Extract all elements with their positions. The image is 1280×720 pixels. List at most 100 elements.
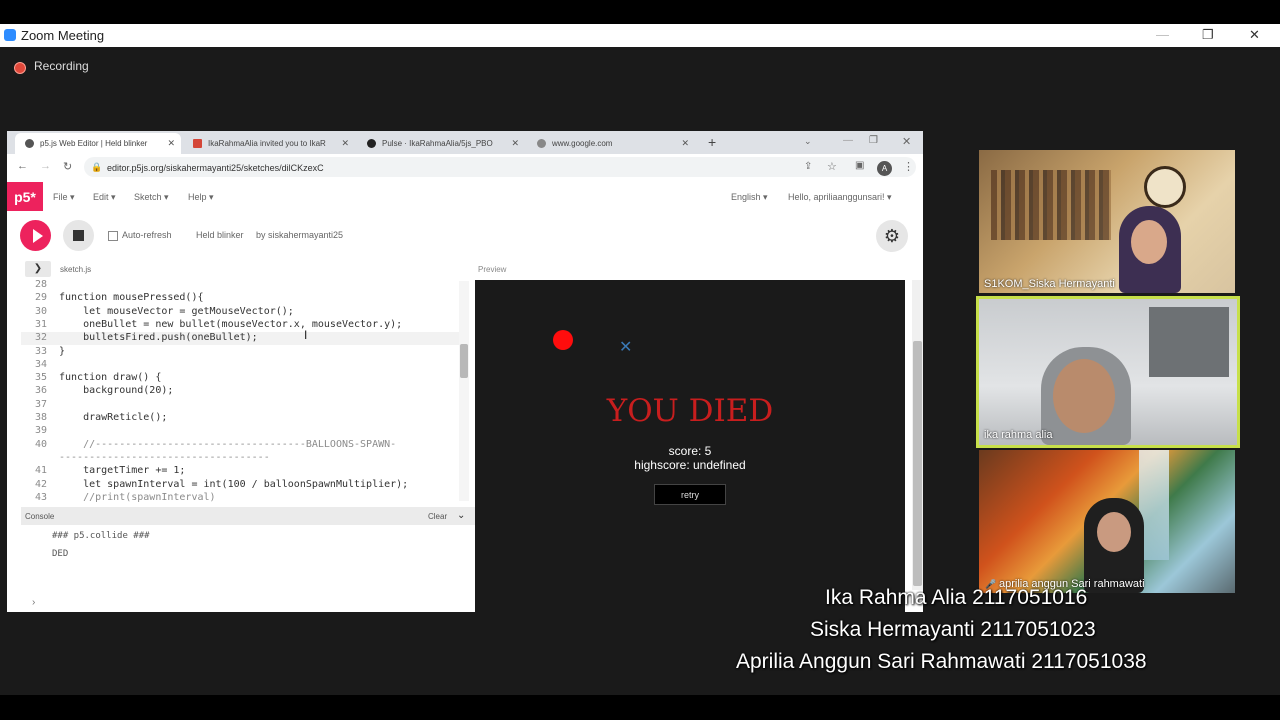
forward-icon[interactable]: →: [40, 160, 51, 172]
participant-name: ika rahma alia: [984, 429, 1053, 441]
tab-close-icon[interactable]: ✕: [511, 138, 519, 149]
score-text: score: 5: [668, 444, 712, 458]
line-number: 31: [34, 318, 47, 330]
menu-help[interactable]: Help ▾: [188, 192, 214, 203]
tab-label: IkaRahmaAlia invited you to IkaR: [208, 139, 326, 148]
preview-label: Preview: [478, 265, 507, 274]
tab-close-icon[interactable]: ✕: [167, 138, 175, 149]
chevron-down-icon[interactable]: ⌄: [457, 510, 465, 521]
code-line[interactable]: background(20);: [59, 385, 173, 396]
line-number: 30: [34, 305, 47, 317]
tab-label: Pulse · IkaRahmaAlia/5js_PBO: [382, 139, 493, 148]
restore-icon[interactable]: ❐: [869, 135, 878, 146]
line-number: 29: [34, 292, 47, 304]
recording-label: Recording: [34, 59, 89, 73]
close-icon[interactable]: ✕: [902, 135, 911, 148]
line-number: 32: [34, 332, 47, 344]
editor-scrollbar[interactable]: [459, 281, 469, 501]
file-tab-sketch-js[interactable]: sketch.js: [60, 265, 91, 274]
code-line[interactable]: //print(spawnInterval): [59, 492, 215, 503]
settings-gear-icon[interactable]: ⚙: [876, 220, 908, 252]
new-tab-icon[interactable]: +: [708, 134, 716, 150]
code-line[interactable]: function draw() {: [59, 372, 161, 383]
close-icon[interactable]: ✕: [1249, 27, 1260, 43]
language-select[interactable]: English ▾: [731, 192, 768, 203]
editor-scroll-thumb[interactable]: [460, 344, 468, 378]
participant-face: [1131, 220, 1167, 264]
restore-icon[interactable]: ❐: [1202, 27, 1214, 43]
console-header: [21, 507, 475, 525]
sketch-author: by siskahermayanti25: [256, 230, 344, 240]
url-text[interactable]: editor.p5js.org/siskahermayanti25/sketch…: [107, 163, 324, 173]
auto-refresh-checkbox[interactable]: [108, 231, 118, 241]
tab-github[interactable]: Pulse · IkaRahmaAlia/5js_PBO ✕: [357, 133, 525, 154]
back-icon[interactable]: ←: [17, 160, 28, 172]
console-prompt-icon[interactable]: ›: [32, 597, 35, 608]
code-line[interactable]: let spawnInterval = int(100 / balloonSpa…: [59, 479, 408, 490]
play-icon: [33, 229, 43, 243]
line-number: 33: [34, 345, 47, 357]
line-number: 38: [34, 412, 47, 423]
code-line[interactable]: bulletsFired.push(oneBullet);: [59, 332, 258, 343]
browser-menu-icon[interactable]: ⋮: [903, 160, 914, 173]
profile-avatar[interactable]: A: [877, 161, 892, 176]
side-panel-icon[interactable]: ▣: [855, 160, 864, 171]
preview-scroll-thumb[interactable]: [913, 341, 922, 586]
menu-edit[interactable]: Edit ▾: [93, 192, 116, 203]
menu-sketch[interactable]: Sketch ▾: [134, 192, 169, 203]
tab-close-icon[interactable]: ✕: [341, 138, 349, 149]
code-line[interactable]: oneBullet = new bullet(mouseVector.x, mo…: [59, 319, 402, 330]
user-menu[interactable]: Hello, apriliaanggunsari! ▾: [788, 192, 892, 203]
menu-file[interactable]: File ▾: [53, 192, 75, 203]
red-balloon: [553, 330, 573, 350]
participant-face: [1097, 512, 1131, 552]
reload-icon[interactable]: ↻: [63, 160, 72, 173]
p5-logo[interactable]: p5*: [7, 182, 43, 211]
tab-close-icon[interactable]: ✕: [681, 138, 689, 149]
console-line: DED: [52, 549, 69, 559]
line-number: 34: [34, 358, 47, 370]
bookmark-star-icon[interactable]: ☆: [827, 160, 837, 173]
lock-icon[interactable]: 🔒: [91, 162, 102, 173]
tab-label: p5.js Web Editor | Held blinker: [40, 139, 148, 148]
code-line[interactable]: let mouseVector = getMouseVector();: [59, 306, 294, 317]
tab-p5-editor[interactable]: p5.js Web Editor | Held blinker ✕: [15, 133, 181, 154]
window-title: Zoom Meeting: [21, 28, 105, 43]
highscore-text: highscore: undefined: [634, 458, 746, 472]
code-line[interactable]: drawReticle();: [59, 412, 167, 423]
video-tile-ika-active-speaker[interactable]: ika rahma alia: [976, 296, 1240, 448]
tab-search-icon[interactable]: ⌄: [804, 136, 812, 147]
line-number: 41: [34, 465, 47, 477]
console-line: ### p5.collide ###: [52, 531, 150, 541]
stop-icon: [73, 230, 84, 241]
p5-favicon-icon: [25, 139, 34, 148]
code-line[interactable]: function mousePressed(){: [59, 292, 204, 303]
globe-icon: [537, 139, 546, 148]
console-clear-button[interactable]: Clear: [428, 512, 447, 521]
video-tile-aprilia[interactable]: 🎤 aprilia anggun Sari rahmawati: [979, 450, 1235, 593]
participant-face: [1053, 359, 1115, 433]
minimize-icon[interactable]: —: [843, 135, 853, 146]
game-over-title: YOU DIED: [606, 393, 774, 429]
tab-gmail[interactable]: IkaRahmaAlia invited you to IkaR ✕: [183, 133, 355, 154]
code-line[interactable]: //-----------------------------------BAL…: [59, 439, 396, 450]
line-number: 37: [34, 398, 47, 410]
gmail-icon: [193, 139, 202, 148]
text-cursor-icon: I: [304, 328, 308, 342]
tab-google[interactable]: www.google.com ✕: [527, 133, 695, 154]
console-label: Console: [25, 512, 55, 521]
line-number: 28: [34, 279, 47, 290]
code-line[interactable]: targetTimer += 1;: [59, 465, 185, 476]
code-editor[interactable]: 28 29 function mousePressed(){ 30 let mouse…: [21, 279, 473, 505]
code-line[interactable]: -----------------------------------: [59, 452, 270, 463]
shared-browser-window: p5.js Web Editor | Held blinker ✕ IkaRah…: [7, 131, 923, 612]
sketch-name[interactable]: Held blinker: [196, 230, 244, 240]
share-icon[interactable]: ⇪: [804, 161, 812, 172]
retry-button[interactable]: retry: [654, 484, 726, 505]
line-number: 42: [34, 478, 47, 490]
minimize-icon[interactable]: —: [1156, 27, 1169, 42]
sidebar-toggle-chevron-icon[interactable]: ❯: [25, 261, 51, 277]
code-line[interactable]: }: [59, 346, 65, 357]
line-number: 40: [34, 438, 47, 450]
video-tile-siska[interactable]: S1KOM_Siska Hermayanti: [979, 150, 1235, 293]
